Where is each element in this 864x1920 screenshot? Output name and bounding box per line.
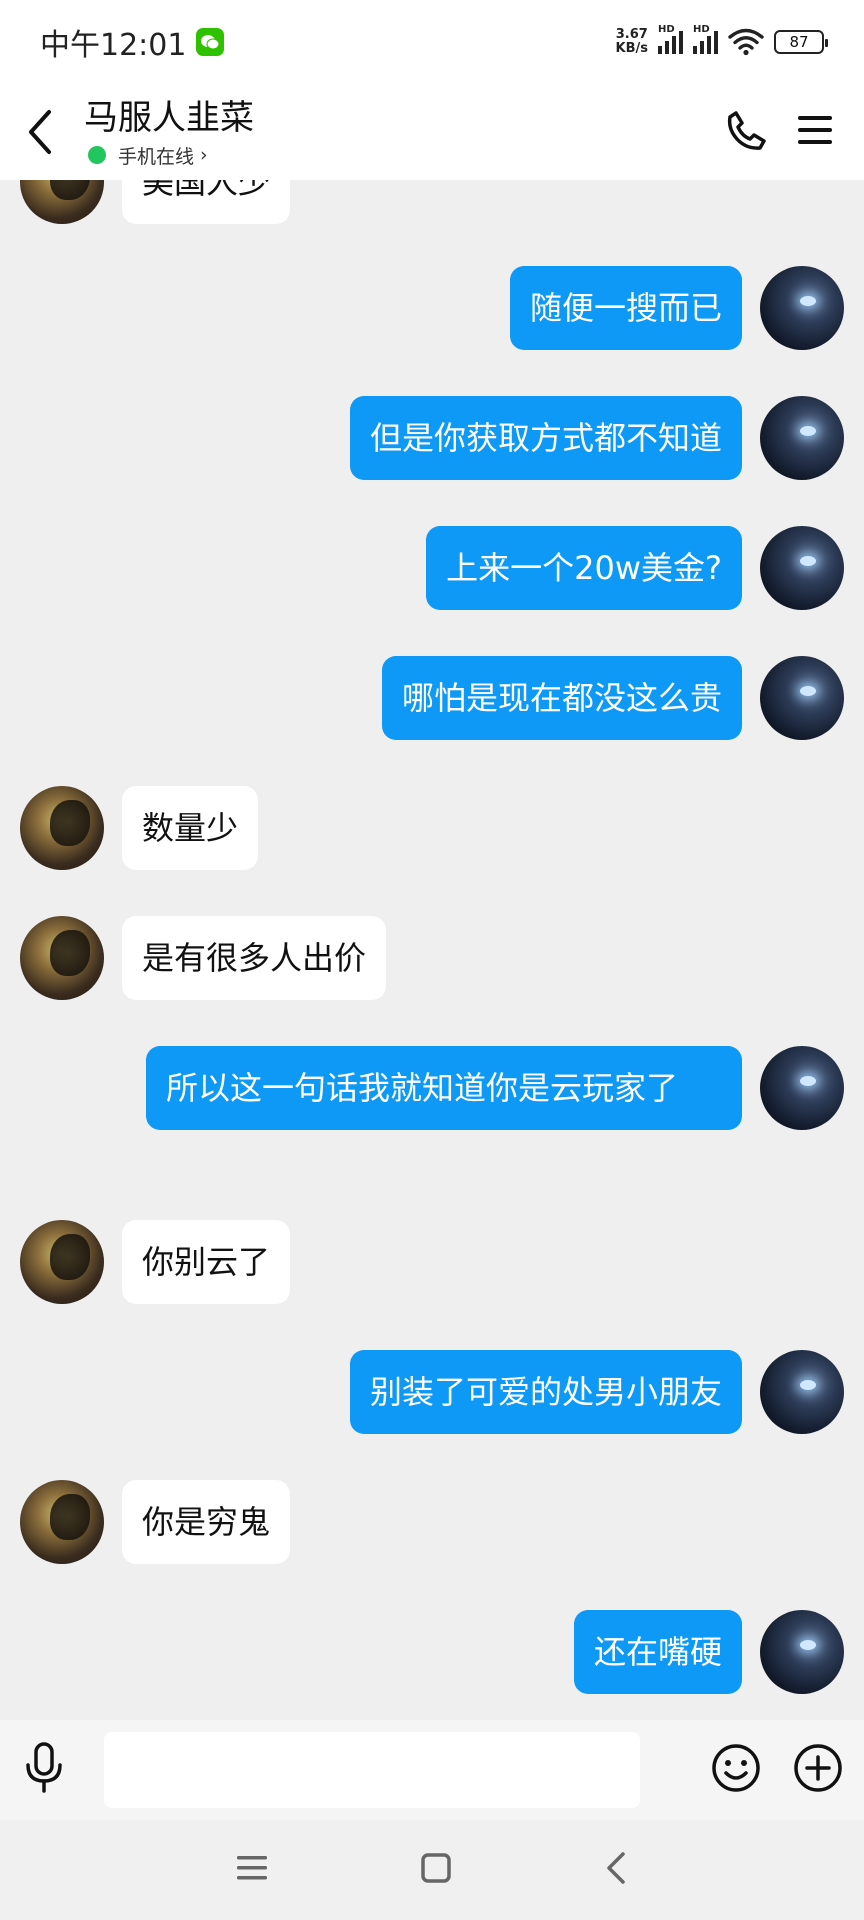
network-speed: 3.67 KB/s bbox=[616, 28, 648, 56]
contact-name: 马服人韭菜 bbox=[84, 97, 254, 138]
message-received: 你是穷鬼 bbox=[20, 1480, 291, 1564]
chevron-left-icon bbox=[607, 1852, 625, 1884]
message-bubble[interactable]: 上来一个20w美金? bbox=[426, 526, 742, 610]
plus-circle-icon bbox=[794, 1744, 842, 1792]
network-speed-value: 3.67 bbox=[615, 27, 648, 42]
network-type-label: HD bbox=[658, 24, 675, 35]
message-bubble[interactable]: 数量少 bbox=[122, 786, 259, 870]
voice-input-button[interactable] bbox=[20, 1741, 68, 1799]
signal-strength-icon-2: HD bbox=[693, 24, 718, 54]
contact-avatar[interactable] bbox=[20, 1480, 104, 1564]
phone-icon bbox=[727, 111, 766, 150]
wifi-icon bbox=[728, 28, 764, 56]
battery-indicator: 87 bbox=[774, 30, 828, 54]
menu-icon bbox=[237, 1856, 267, 1880]
header-actions bbox=[726, 109, 864, 155]
message-sent: 所以这一句话我就知道你是云玩家了 bbox=[146, 1046, 844, 1130]
message-bubble[interactable]: 美国人少 bbox=[122, 180, 291, 224]
home-button[interactable] bbox=[419, 1851, 453, 1889]
message-sent: 但是你获取方式都不知道 bbox=[349, 396, 844, 480]
message-sent: 随便一搜而已 bbox=[509, 266, 844, 350]
chevron-left-icon bbox=[29, 110, 51, 154]
message-received: 你别云了 bbox=[20, 1220, 291, 1304]
emoji-button[interactable] bbox=[710, 1742, 762, 1798]
self-avatar[interactable] bbox=[760, 396, 844, 480]
message-bubble[interactable]: 你别云了 bbox=[122, 1220, 291, 1304]
message-sent: 别装了可爱的处男小朋友 bbox=[349, 1350, 844, 1434]
message-input[interactable] bbox=[104, 1732, 640, 1808]
message-bubble[interactable]: 别装了可爱的处男小朋友 bbox=[349, 1350, 742, 1434]
chevron-right-icon: › bbox=[200, 144, 208, 166]
message-bubble[interactable]: 但是你获取方式都不知道 bbox=[349, 396, 742, 480]
message-bubble[interactable]: 随便一搜而已 bbox=[509, 266, 742, 350]
contact-avatar[interactable] bbox=[20, 916, 104, 1000]
microphone-icon bbox=[26, 1742, 62, 1793]
recent-apps-button[interactable] bbox=[235, 1853, 269, 1887]
message-bubble[interactable]: 是有很多人出价 bbox=[122, 916, 387, 1000]
contact-avatar[interactable] bbox=[20, 786, 104, 870]
status-time: 中午12:01 bbox=[40, 28, 187, 63]
signal-strength-icon: HD bbox=[658, 24, 683, 54]
emoji-icon bbox=[712, 1744, 760, 1792]
status-bar: 中午12:01 3.67 KB/s HD HD 87 bbox=[0, 0, 864, 84]
online-status-row[interactable]: 手机在线 › bbox=[84, 142, 254, 169]
message-sent: 上来一个20w美金? bbox=[426, 526, 844, 610]
wechat-notification-icon bbox=[196, 28, 225, 56]
system-back-button[interactable] bbox=[603, 1850, 629, 1890]
call-button[interactable] bbox=[726, 109, 768, 155]
network-speed-unit: KB/s bbox=[615, 41, 648, 56]
menu-icon bbox=[798, 116, 832, 144]
message-received: 是有很多人出价 bbox=[20, 916, 387, 1000]
message-received: 美国人少 bbox=[20, 180, 291, 224]
self-avatar[interactable] bbox=[760, 1350, 844, 1434]
self-avatar[interactable] bbox=[760, 656, 844, 740]
message-input-bar bbox=[0, 1720, 864, 1820]
network-type-label-2: HD bbox=[693, 24, 710, 35]
online-dot-icon bbox=[88, 146, 106, 164]
message-bubble[interactable]: 所以这一句话我就知道你是云玩家了 bbox=[146, 1046, 742, 1130]
more-actions-button[interactable] bbox=[792, 1742, 844, 1798]
self-avatar[interactable] bbox=[760, 266, 844, 350]
back-button[interactable] bbox=[0, 84, 80, 180]
contact-avatar[interactable] bbox=[20, 1220, 104, 1304]
online-status-text: 手机在线 bbox=[118, 145, 195, 168]
chat-menu-button[interactable] bbox=[796, 113, 834, 151]
battery-level: 87 bbox=[789, 33, 809, 51]
status-indicators: 3.67 KB/s HD HD 87 bbox=[616, 24, 828, 56]
contact-title-block[interactable]: 马服人韭菜 手机在线 › bbox=[84, 96, 254, 169]
self-avatar[interactable] bbox=[760, 1046, 844, 1130]
contact-avatar[interactable] bbox=[20, 180, 104, 224]
square-icon bbox=[421, 1853, 451, 1883]
message-bubble[interactable]: 你是穷鬼 bbox=[122, 1480, 291, 1564]
chat-message-list[interactable]: 美国人少 随便一搜而已 但是你获取方式都不知道 上来一个20w美金? 哪怕是现在… bbox=[0, 180, 864, 1720]
system-navigation-bar bbox=[0, 1820, 864, 1920]
self-avatar[interactable] bbox=[760, 526, 844, 610]
chat-header: 马服人韭菜 手机在线 › bbox=[0, 84, 864, 180]
message-bubble[interactable]: 哪怕是现在都没这么贵 bbox=[381, 656, 742, 740]
message-received: 数量少 bbox=[20, 786, 259, 870]
message-sent: 还在嘴硬 bbox=[573, 1610, 844, 1694]
message-bubble[interactable]: 还在嘴硬 bbox=[573, 1610, 742, 1694]
input-actions bbox=[710, 1742, 844, 1798]
self-avatar[interactable] bbox=[760, 1610, 844, 1694]
message-sent: 哪怕是现在都没这么贵 bbox=[381, 656, 844, 740]
